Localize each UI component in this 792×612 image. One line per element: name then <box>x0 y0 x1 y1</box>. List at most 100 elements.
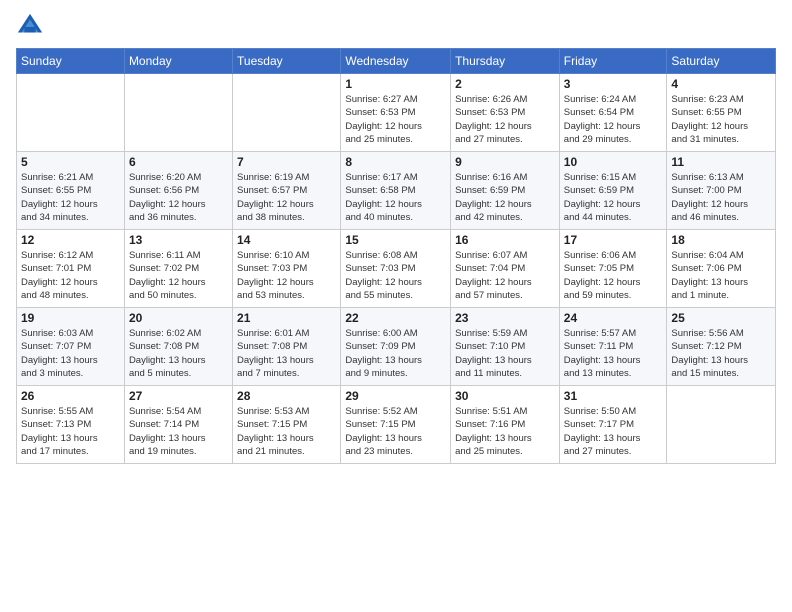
day-info: Sunrise: 6:04 AMSunset: 7:06 PMDaylight:… <box>671 249 771 302</box>
calendar-cell: 23 Sunrise: 5:59 AMSunset: 7:10 PMDayligh… <box>451 308 560 386</box>
weekday-header-row: SundayMondayTuesdayWednesdayThursdayFrid… <box>17 49 776 74</box>
day-number: 28 <box>237 389 336 403</box>
weekday-header: Monday <box>124 49 232 74</box>
calendar-cell: 17 Sunrise: 6:06 AMSunset: 7:05 PMDayligh… <box>559 230 667 308</box>
calendar-cell: 26Sunrise: 5:55 AMSunset: 7:13 PMDayligh… <box>17 386 125 464</box>
day-number: 27 <box>129 389 228 403</box>
weekday-header: Thursday <box>451 49 560 74</box>
day-number: 19 <box>21 311 120 325</box>
calendar-cell: 30 Sunrise: 5:51 AMSunset: 7:16 PMDayligh… <box>451 386 560 464</box>
day-number: 22 <box>345 311 446 325</box>
day-info: Sunrise: 6:23 AMSunset: 6:55 PMDaylight:… <box>671 93 771 146</box>
day-number: 12 <box>21 233 120 247</box>
calendar-cell: 2 Sunrise: 6:26 AMSunset: 6:53 PMDaylight… <box>451 74 560 152</box>
calendar-week-row: 12 Sunrise: 6:12 AMSunset: 7:01 PMDayligh… <box>17 230 776 308</box>
day-number: 13 <box>129 233 228 247</box>
day-number: 29 <box>345 389 446 403</box>
calendar-week-row: 1Sunrise: 6:27 AMSunset: 6:53 PMDaylight… <box>17 74 776 152</box>
calendar-cell: 11Sunrise: 6:13 AMSunset: 7:00 PMDayligh… <box>667 152 776 230</box>
calendar-cell: 12 Sunrise: 6:12 AMSunset: 7:01 PMDayligh… <box>17 230 125 308</box>
day-number: 23 <box>455 311 555 325</box>
page: SundayMondayTuesdayWednesdayThursdayFrid… <box>0 0 792 612</box>
weekday-header: Sunday <box>17 49 125 74</box>
day-info: Sunrise: 6:26 AMSunset: 6:53 PMDaylight:… <box>455 93 555 146</box>
day-info: Sunrise: 5:59 AMSunset: 7:10 PMDaylight:… <box>455 327 555 380</box>
day-info: Sunrise: 6:11 AMSunset: 7:02 PMDaylight:… <box>129 249 228 302</box>
header <box>16 12 776 40</box>
day-number: 14 <box>237 233 336 247</box>
day-info: Sunrise: 6:07 AMSunset: 7:04 PMDaylight:… <box>455 249 555 302</box>
calendar-cell: 19 Sunrise: 6:03 AMSunset: 7:07 PMDayligh… <box>17 308 125 386</box>
calendar-cell: 15 Sunrise: 6:08 AMSunset: 7:03 PMDayligh… <box>341 230 451 308</box>
calendar-cell <box>667 386 776 464</box>
calendar-cell: 25 Sunrise: 5:56 AMSunset: 7:12 PMDayligh… <box>667 308 776 386</box>
day-number: 2 <box>455 77 555 91</box>
calendar-cell: 20 Sunrise: 6:02 AMSunset: 7:08 PMDayligh… <box>124 308 232 386</box>
day-info: Sunrise: 5:55 AMSunset: 7:13 PMDaylight:… <box>21 405 120 458</box>
calendar-cell <box>124 74 232 152</box>
day-info: Sunrise: 6:20 AMSunset: 6:56 PMDaylight:… <box>129 171 228 224</box>
day-info: Sunrise: 5:56 AMSunset: 7:12 PMDaylight:… <box>671 327 771 380</box>
day-info: Sunrise: 6:19 AMSunset: 6:57 PMDaylight:… <box>237 171 336 224</box>
day-info: Sunrise: 6:24 AMSunset: 6:54 PMDaylight:… <box>564 93 663 146</box>
day-number: 17 <box>564 233 663 247</box>
weekday-header: Wednesday <box>341 49 451 74</box>
day-number: 20 <box>129 311 228 325</box>
calendar-cell: 3 Sunrise: 6:24 AMSunset: 6:54 PMDaylight… <box>559 74 667 152</box>
weekday-header: Friday <box>559 49 667 74</box>
day-info: Sunrise: 6:06 AMSunset: 7:05 PMDaylight:… <box>564 249 663 302</box>
day-info: Sunrise: 6:02 AMSunset: 7:08 PMDaylight:… <box>129 327 228 380</box>
day-number: 15 <box>345 233 446 247</box>
day-number: 16 <box>455 233 555 247</box>
day-number: 10 <box>564 155 663 169</box>
day-info: Sunrise: 6:15 AMSunset: 6:59 PMDaylight:… <box>564 171 663 224</box>
day-number: 3 <box>564 77 663 91</box>
day-info: Sunrise: 5:53 AMSunset: 7:15 PMDaylight:… <box>237 405 336 458</box>
logo <box>16 12 48 40</box>
calendar-cell: 28 Sunrise: 5:53 AMSunset: 7:15 PMDayligh… <box>233 386 341 464</box>
day-number: 7 <box>237 155 336 169</box>
day-info: Sunrise: 6:13 AMSunset: 7:00 PMDaylight:… <box>671 171 771 224</box>
calendar-cell <box>233 74 341 152</box>
calendar-cell: 18 Sunrise: 6:04 AMSunset: 7:06 PMDayligh… <box>667 230 776 308</box>
day-info: Sunrise: 6:03 AMSunset: 7:07 PMDaylight:… <box>21 327 120 380</box>
day-info: Sunrise: 6:21 AMSunset: 6:55 PMDaylight:… <box>21 171 120 224</box>
day-info: Sunrise: 6:27 AMSunset: 6:53 PMDaylight:… <box>345 93 446 146</box>
day-number: 8 <box>345 155 446 169</box>
calendar-cell: 22 Sunrise: 6:00 AMSunset: 7:09 PMDayligh… <box>341 308 451 386</box>
calendar-week-row: 19 Sunrise: 6:03 AMSunset: 7:07 PMDayligh… <box>17 308 776 386</box>
calendar-cell: 29Sunrise: 5:52 AMSunset: 7:15 PMDayligh… <box>341 386 451 464</box>
day-number: 31 <box>564 389 663 403</box>
calendar-cell: 31 Sunrise: 5:50 AMSunset: 7:17 PMDayligh… <box>559 386 667 464</box>
weekday-header: Tuesday <box>233 49 341 74</box>
day-info: Sunrise: 5:50 AMSunset: 7:17 PMDaylight:… <box>564 405 663 458</box>
calendar-cell: 5Sunrise: 6:21 AMSunset: 6:55 PMDaylight… <box>17 152 125 230</box>
calendar-cell: 8 Sunrise: 6:17 AMSunset: 6:58 PMDaylight… <box>341 152 451 230</box>
day-info: Sunrise: 6:00 AMSunset: 7:09 PMDaylight:… <box>345 327 446 380</box>
calendar-cell <box>17 74 125 152</box>
calendar-cell: 4 Sunrise: 6:23 AMSunset: 6:55 PMDaylight… <box>667 74 776 152</box>
calendar-cell: 9 Sunrise: 6:16 AMSunset: 6:59 PMDaylight… <box>451 152 560 230</box>
day-number: 24 <box>564 311 663 325</box>
day-info: Sunrise: 5:57 AMSunset: 7:11 PMDaylight:… <box>564 327 663 380</box>
day-info: Sunrise: 6:16 AMSunset: 6:59 PMDaylight:… <box>455 171 555 224</box>
day-info: Sunrise: 5:51 AMSunset: 7:16 PMDaylight:… <box>455 405 555 458</box>
day-number: 4 <box>671 77 771 91</box>
calendar-cell: 27Sunrise: 5:54 AMSunset: 7:14 PMDayligh… <box>124 386 232 464</box>
calendar-cell: 24 Sunrise: 5:57 AMSunset: 7:11 PMDayligh… <box>559 308 667 386</box>
weekday-header: Saturday <box>667 49 776 74</box>
day-info: Sunrise: 6:12 AMSunset: 7:01 PMDaylight:… <box>21 249 120 302</box>
day-info: Sunrise: 6:08 AMSunset: 7:03 PMDaylight:… <box>345 249 446 302</box>
calendar-cell: 14Sunrise: 6:10 AMSunset: 7:03 PMDayligh… <box>233 230 341 308</box>
day-number: 25 <box>671 311 771 325</box>
calendar-cell: 21Sunrise: 6:01 AMSunset: 7:08 PMDayligh… <box>233 308 341 386</box>
day-number: 18 <box>671 233 771 247</box>
logo-icon <box>16 12 44 40</box>
calendar-cell: 7 Sunrise: 6:19 AMSunset: 6:57 PMDaylight… <box>233 152 341 230</box>
calendar-week-row: 5Sunrise: 6:21 AMSunset: 6:55 PMDaylight… <box>17 152 776 230</box>
day-number: 9 <box>455 155 555 169</box>
day-info: Sunrise: 6:17 AMSunset: 6:58 PMDaylight:… <box>345 171 446 224</box>
calendar-cell: 16 Sunrise: 6:07 AMSunset: 7:04 PMDayligh… <box>451 230 560 308</box>
day-number: 30 <box>455 389 555 403</box>
calendar-cell: 10 Sunrise: 6:15 AMSunset: 6:59 PMDayligh… <box>559 152 667 230</box>
